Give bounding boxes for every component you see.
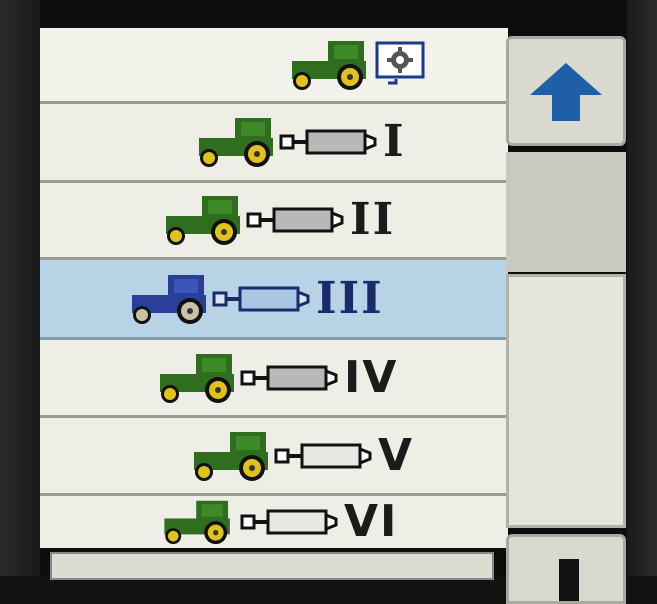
- tractor-icon: [164, 500, 230, 545]
- implement-numeral: VI: [344, 496, 399, 547]
- implement-list: I II III IV V VI: [40, 28, 508, 548]
- hydraulic-cylinder-icon: [212, 286, 310, 311]
- scroll-up-button[interactable]: [506, 36, 626, 146]
- tractor-icon: [160, 353, 234, 403]
- arrow-down-icon: [559, 559, 579, 601]
- scrollbar: [502, 28, 630, 604]
- hydraulic-cylinder-icon: [279, 129, 377, 155]
- implement-row-5[interactable]: V: [40, 418, 508, 496]
- hydraulic-cylinder-icon: [274, 443, 372, 468]
- hydraulic-cylinder-icon: [240, 365, 338, 390]
- tractor-icon: [199, 118, 273, 167]
- implement-numeral: III: [316, 272, 384, 324]
- list-header[interactable]: [40, 28, 508, 104]
- implement-numeral: V: [378, 429, 415, 481]
- scroll-down-button[interactable]: [506, 534, 626, 604]
- implement-row-3-selected[interactable]: III: [40, 260, 508, 340]
- tractor-icon: [166, 196, 240, 245]
- implement-numeral: I: [383, 116, 406, 167]
- scroll-thumb[interactable]: [506, 274, 626, 528]
- settings-gear-icon: [375, 41, 425, 84]
- implement-row-6[interactable]: VI: [40, 496, 508, 548]
- scroll-track[interactable]: [506, 152, 626, 272]
- tractor-icon: [194, 431, 268, 481]
- implement-row-2[interactable]: II: [40, 183, 508, 260]
- hydraulic-cylinder-icon: [240, 509, 338, 535]
- implement-row-4[interactable]: IV: [40, 340, 508, 418]
- implement-numeral: IV: [344, 351, 399, 403]
- tractor-icon: [292, 40, 366, 90]
- screen-bezel-left: [0, 0, 40, 576]
- tractor-icon: [132, 274, 206, 324]
- display-screen: I II III IV V VI: [0, 0, 657, 604]
- screen-bezel-right: [627, 0, 657, 576]
- arrow-up-icon: [530, 63, 602, 121]
- hydraulic-cylinder-icon: [246, 207, 344, 233]
- implement-row-1[interactable]: I: [40, 104, 508, 183]
- implement-numeral: II: [350, 194, 396, 245]
